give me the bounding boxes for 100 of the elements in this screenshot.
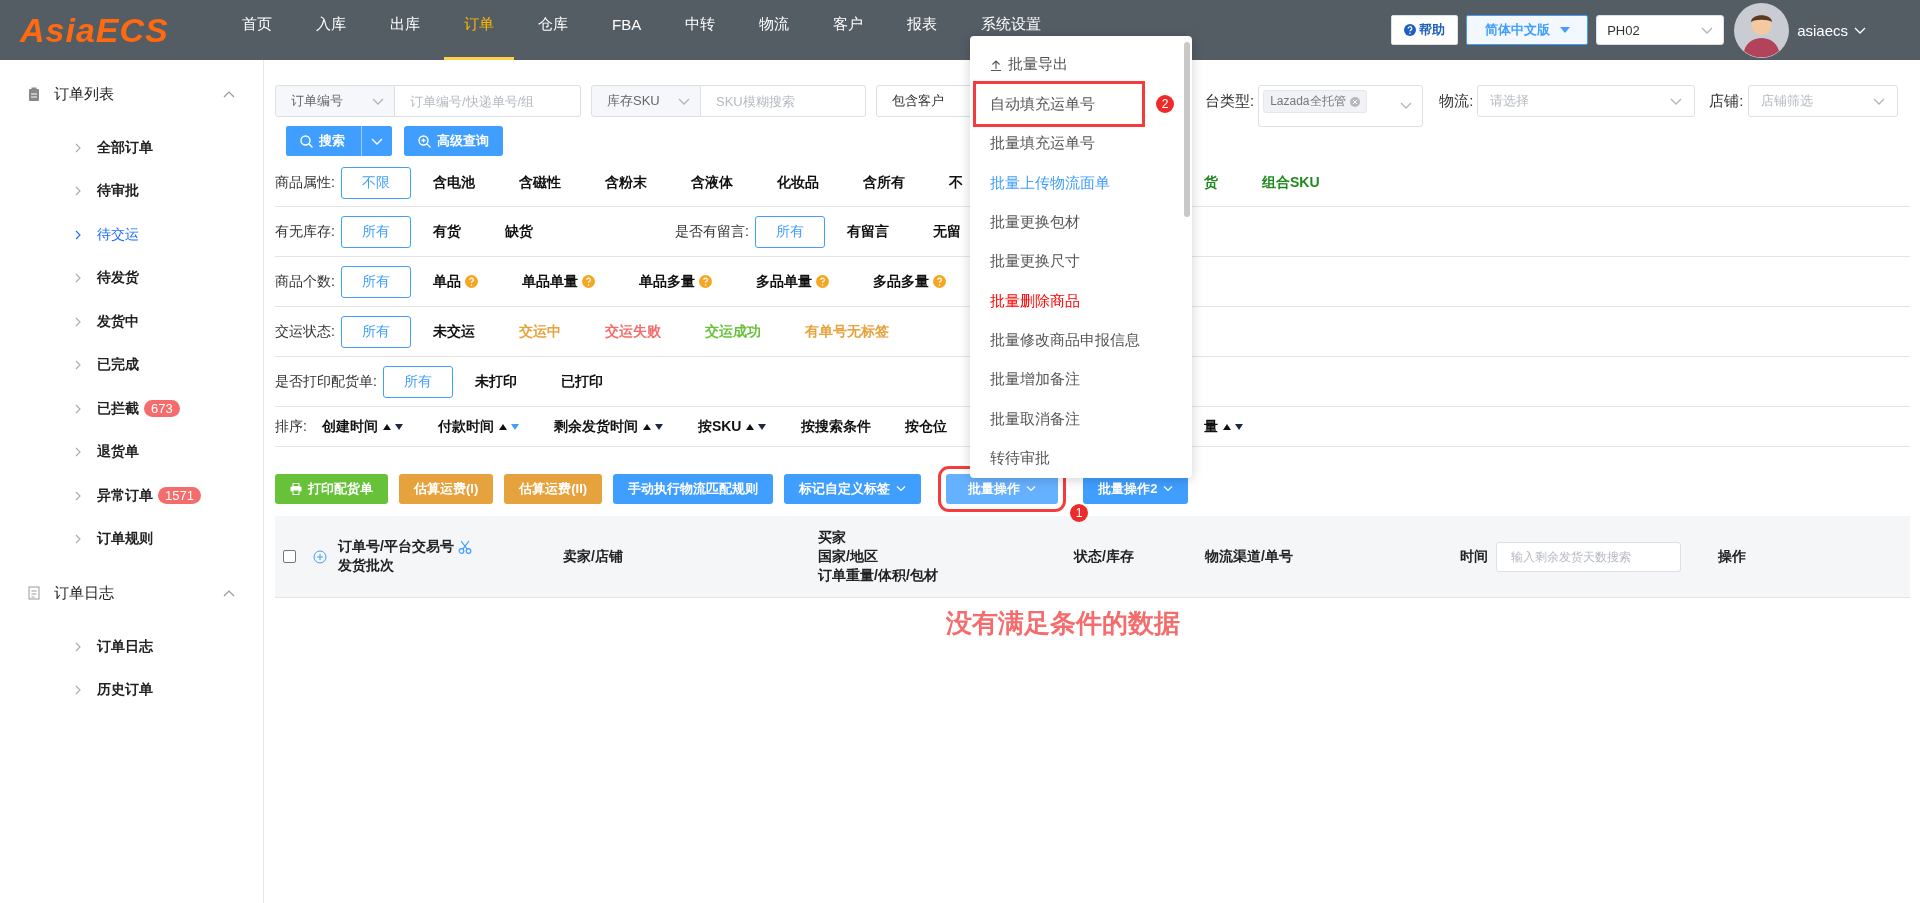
sidebar-item[interactable]: 待交运: [0, 213, 263, 257]
menu-item[interactable]: 批量更换包材: [970, 202, 1192, 243]
filter-option[interactable]: 多品单量: [733, 265, 851, 298]
column-header: 物流渠道/单号: [1205, 547, 1294, 566]
menu-item[interactable]: 批量更换尺寸: [970, 242, 1192, 282]
filter-label: 商品属性:: [275, 174, 335, 192]
sidebar-item[interactable]: 订单日志: [0, 625, 263, 669]
menu-item[interactable]: 批量修改商品申报信息: [970, 320, 1192, 361]
sidebar-item[interactable]: 历史订单: [0, 668, 263, 712]
help-button[interactable]: 帮助: [1391, 15, 1459, 45]
sidebar-item[interactable]: 订单规则: [0, 517, 263, 561]
sidebar-item[interactable]: 已拦截 673: [0, 387, 263, 431]
sidebar-section[interactable]: 订单列表: [0, 70, 263, 118]
sort-option[interactable]: 付款时间: [436, 410, 553, 443]
filter-label: 有无库存:: [275, 222, 335, 241]
filter-option[interactable]: 未打印: [452, 365, 539, 398]
filter-option[interactable]: 未交运: [410, 315, 497, 348]
filter-option[interactable]: 组合SKU: [1261, 167, 1335, 199]
field-select[interactable]: 订单编号: [275, 85, 395, 117]
filter-option[interactable]: 化妆品: [754, 167, 841, 199]
caret-icon: [1701, 26, 1714, 34]
nav-item[interactable]: 客户: [813, 0, 884, 60]
zoom-in-icon: [418, 134, 431, 148]
chevron-right-icon: [75, 447, 81, 458]
field-label: 台类型:: [1205, 91, 1255, 111]
filter-label: 是否打印配货单:: [275, 372, 377, 391]
sidebar-item[interactable]: 待发货: [0, 256, 263, 300]
user-menu[interactable]: asiaecs: [1797, 21, 1866, 39]
filter-option[interactable]: 单品多量: [616, 265, 734, 298]
column-header: 时间: [1460, 547, 1488, 566]
nav-item[interactable]: 订单: [444, 0, 514, 60]
filter-option[interactable]: 含所有: [840, 167, 927, 199]
nav-item[interactable]: 首页: [222, 0, 292, 60]
caret-icon: [1670, 97, 1683, 105]
warehouse-select[interactable]: PH02: [1596, 15, 1725, 45]
nav-item[interactable]: FBA: [592, 0, 662, 60]
caret-icon: [1854, 26, 1866, 34]
search-icon: [300, 134, 313, 148]
chevron-right-icon: [75, 534, 81, 545]
menu-item[interactable]: 批量导出: [970, 45, 1192, 85]
filter-option[interactable]: 有留言: [824, 215, 911, 248]
menu-item[interactable]: 批量取消备注: [970, 399, 1192, 439]
filter-option[interactable]: 缺货: [482, 215, 555, 248]
platform-select[interactable]: Lazada全托管: [1258, 85, 1424, 127]
filter-option[interactable]: 含磁性: [496, 167, 583, 199]
nav-item[interactable]: 出库: [370, 0, 440, 60]
sort-label: 排序:: [275, 417, 307, 436]
filter-option[interactable]: 多品多量: [850, 265, 968, 298]
nav-item[interactable]: 报表: [887, 0, 958, 60]
nav-item[interactable]: 中转: [665, 0, 736, 60]
chevron-right-icon: [75, 360, 81, 371]
logo: AsiaECS: [20, 10, 170, 50]
count-badge: 1571: [158, 487, 201, 505]
sort-option[interactable]: 按SKU: [696, 410, 801, 443]
menu-item[interactable]: 批量填充运单号: [970, 124, 1192, 164]
search-field[interactable]: 订单编号/快递单号/组: [395, 85, 581, 117]
column-header: 订单号/平台交易号: [338, 538, 454, 556]
column-header: 操作: [1718, 547, 1747, 566]
nav-item[interactable]: 入库: [296, 0, 366, 60]
field-select[interactable]: 库存SKU: [591, 85, 701, 117]
search-field[interactable]: SKU模糊搜索: [701, 85, 866, 117]
sidebar-item[interactable]: 已完成: [0, 343, 263, 387]
chevron-right-icon: [75, 273, 81, 284]
sidebar-item[interactable]: 退货单: [0, 430, 263, 474]
menu-item[interactable]: 批量增加备注: [970, 360, 1192, 400]
filter-option[interactable]: 单品: [410, 265, 500, 298]
filter-label: 交运状态:: [275, 322, 335, 341]
filter-option[interactable]: 已打印: [538, 365, 625, 398]
chevron-right-icon: [75, 142, 81, 153]
step-marker: 2: [1156, 95, 1174, 114]
sort-option[interactable]: 按搜索条件: [800, 410, 905, 443]
nav-item[interactable]: 仓库: [518, 0, 588, 60]
scrollbar[interactable]: [1184, 42, 1190, 217]
caret-icon: [1872, 97, 1885, 105]
filter-option[interactable]: 单品单量: [499, 265, 617, 298]
empty-message: 没有满足条件的数据: [944, 607, 1181, 640]
sidebar-item[interactable]: 发货中: [0, 300, 263, 344]
filter-option[interactable]: 有货: [410, 215, 483, 248]
field-label: 店铺:: [1709, 91, 1744, 111]
sort-option[interactable]: 创建时间: [320, 410, 437, 443]
caret-icon: [372, 97, 384, 105]
sidebar-section[interactable]: 订单日志: [0, 569, 263, 617]
select-all-checkbox[interactable]: [283, 550, 296, 563]
sidebar-item[interactable]: 异常订单 1571: [0, 474, 263, 518]
chevron-right-icon: [75, 490, 81, 501]
sort-option[interactable]: 剩余发货时间: [552, 410, 697, 443]
nav-item[interactable]: 物流: [739, 0, 810, 60]
filter-option[interactable]: 含液体: [668, 167, 755, 199]
filter-option[interactable]: 货: [1203, 167, 1233, 199]
sidebar-item[interactable]: 待审批: [0, 169, 263, 213]
days-search-field[interactable]: 输入剩余发货天数搜索: [1496, 541, 1681, 572]
sidebar-item[interactable]: 全部订单: [0, 126, 263, 170]
sort-option[interactable]: 量: [1203, 410, 1245, 443]
chevron-right-icon: [75, 316, 81, 327]
filter-option[interactable]: 含电池: [410, 167, 497, 199]
menu-item[interactable]: 批量删除商品: [970, 281, 1192, 321]
printer-icon: [290, 483, 302, 495]
column-header: 国家/地区: [818, 547, 879, 566]
filter-option[interactable]: 含粉末: [582, 167, 669, 199]
step-marker: 1: [1070, 504, 1089, 522]
